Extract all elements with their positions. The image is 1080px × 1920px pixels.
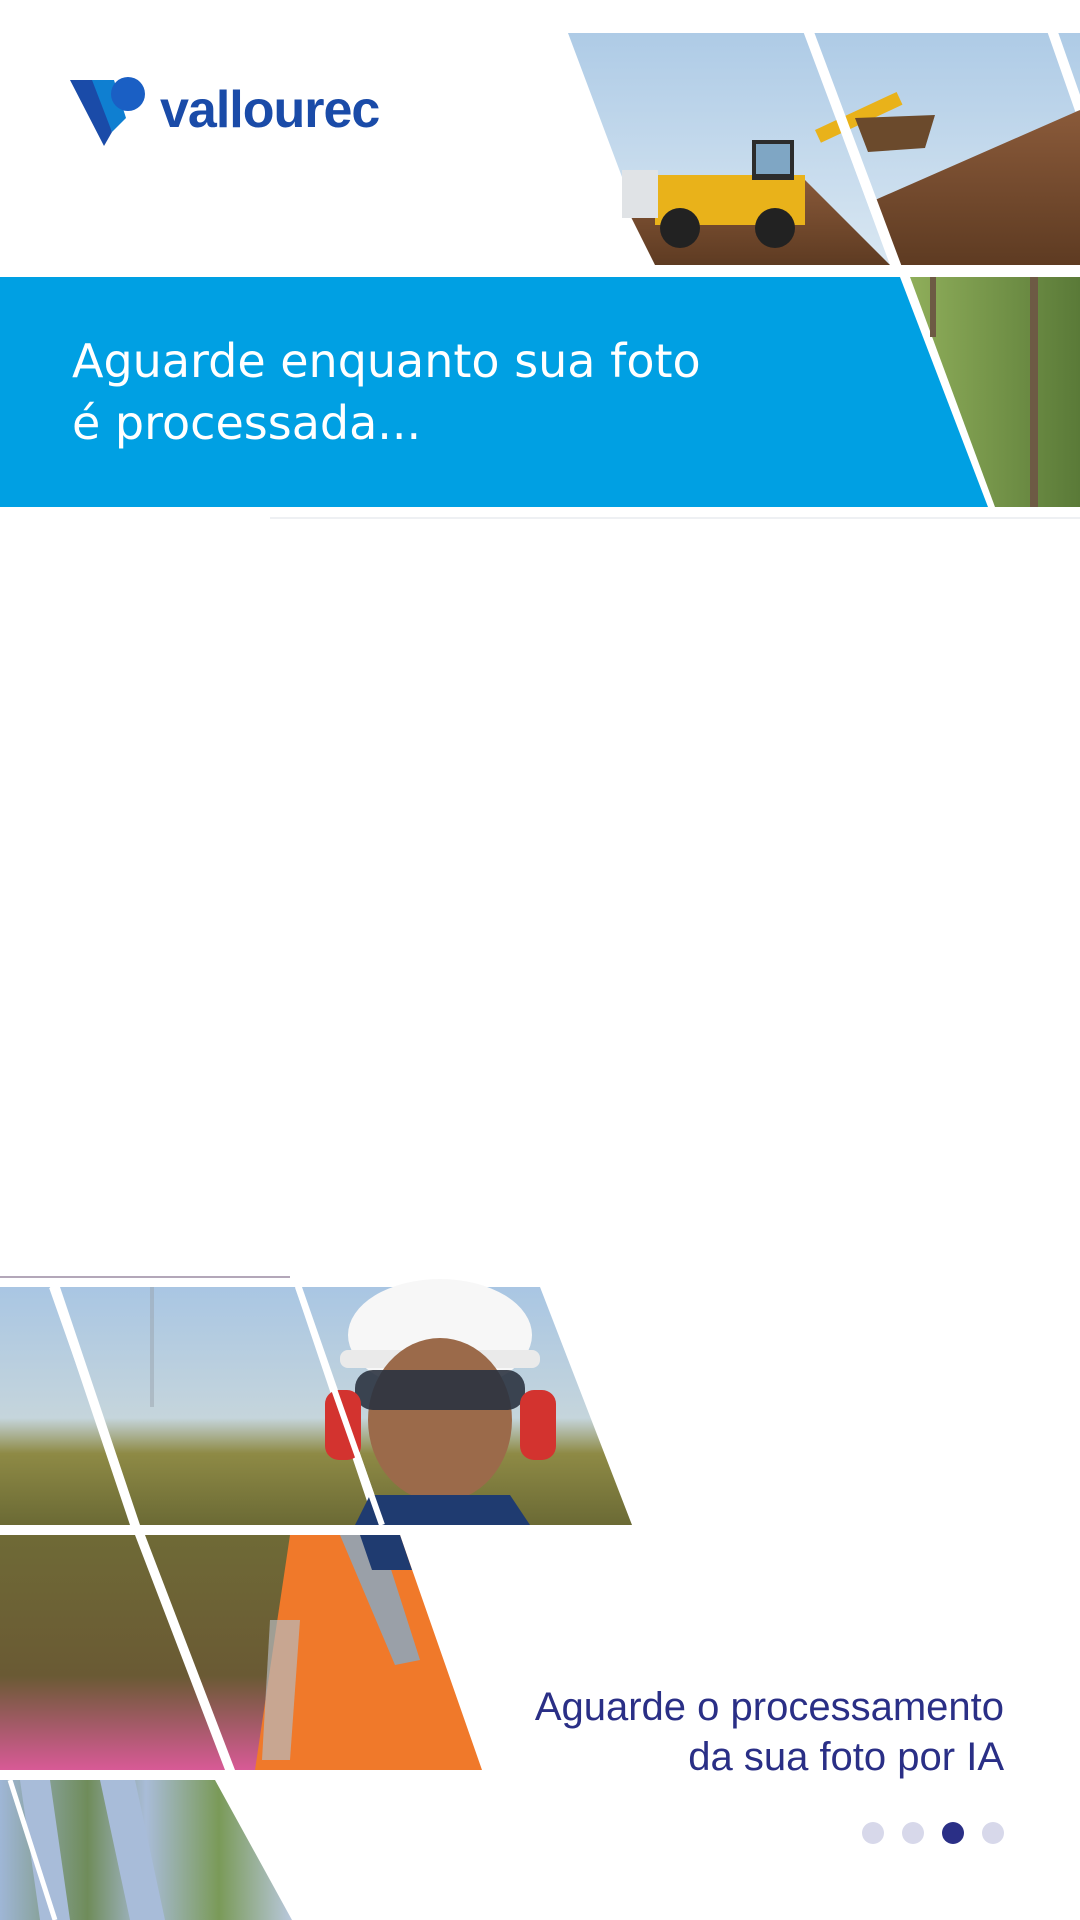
processing-message-line-2: da sua foto por IA xyxy=(688,1735,1004,1779)
banner-title: Aguarde enquanto sua foto é processada..… xyxy=(72,330,852,454)
banner-title-line-2: é processada... xyxy=(72,396,422,450)
solar-panels-field-photo xyxy=(0,1780,292,1920)
processing-message-line-1: Aguarde o processamento xyxy=(534,1685,1004,1729)
pagination-dot[interactable] xyxy=(862,1822,884,1844)
photo-collage xyxy=(0,28,1080,1920)
pagination-dots xyxy=(862,1822,1004,1844)
pagination-dot[interactable] xyxy=(982,1822,1004,1844)
banner-title-line-1: Aguarde enquanto sua foto xyxy=(72,334,701,388)
brand-name: vallourec xyxy=(160,81,380,139)
vallourec-v-logo-icon xyxy=(70,77,145,146)
vallourec-logo: vallourec xyxy=(70,72,380,148)
processing-message: Aguarde o processamento da sua foto por … xyxy=(535,1682,1004,1782)
worker-orange-jacket-photo xyxy=(255,1535,482,1770)
pagination-dot-active[interactable] xyxy=(942,1822,964,1844)
pagination-dot[interactable] xyxy=(902,1822,924,1844)
